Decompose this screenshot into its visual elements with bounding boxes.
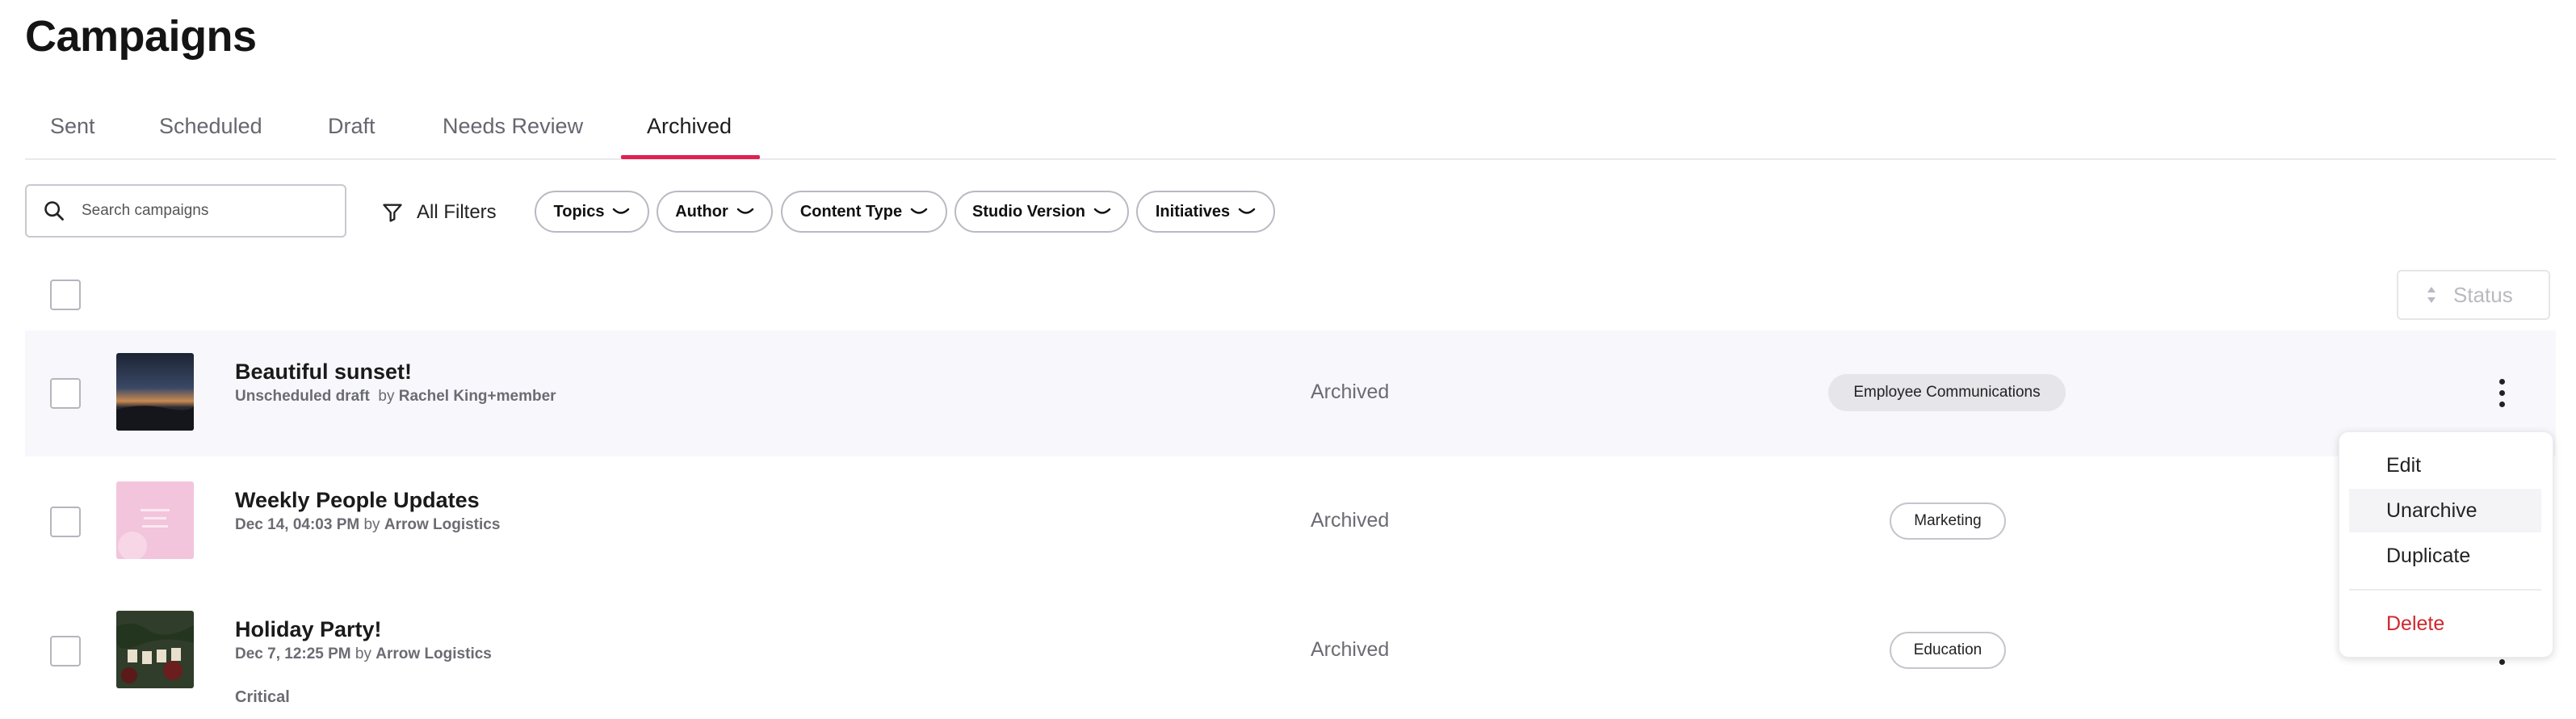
row-actions-menu: Edit Unarchive Duplicate Delete	[2339, 431, 2553, 658]
campaign-author: Rachel King+member	[398, 388, 556, 405]
table-row[interactable]: Beautiful sunset! Unscheduled draft by R…	[25, 330, 2556, 456]
filter-chip-studio-version[interactable]: Studio Version	[954, 191, 1129, 233]
chevron-down-icon	[613, 208, 630, 214]
menu-divider	[2349, 589, 2541, 591]
table-row[interactable]: Holiday Party! Dec 7, 12:25 PM by Arrow …	[25, 588, 2556, 714]
campaign-status: Archived	[1311, 638, 1390, 661]
tab-archived[interactable]: Archived	[647, 97, 732, 158]
filter-chip-author[interactable]: Author	[657, 191, 773, 233]
row-checkbox[interactable]	[50, 636, 81, 666]
campaign-status: Archived	[1311, 509, 1390, 532]
campaign-thumbnail-holiday	[116, 611, 194, 688]
campaign-date: Dec 7, 12:25 PM	[235, 645, 351, 662]
search-icon	[44, 201, 64, 221]
campaign-date: Unscheduled draft	[235, 388, 370, 405]
chevron-down-icon	[1238, 208, 1256, 214]
filter-icon	[383, 204, 402, 222]
page-title: Campaigns	[25, 12, 257, 61]
menu-item-edit[interactable]: Edit	[2349, 444, 2541, 487]
menu-item-unarchive[interactable]: Unarchive	[2349, 489, 2541, 532]
campaign-meta: Dec 14, 04:03 PM by Arrow Logistics	[235, 516, 500, 534]
filter-chip-initiatives[interactable]: Initiatives	[1136, 191, 1275, 233]
menu-item-delete[interactable]: Delete	[2349, 602, 2541, 645]
campaign-status: Archived	[1311, 381, 1390, 403]
campaign-date: Dec 14, 04:03 PM	[235, 516, 360, 533]
campaign-title[interactable]: Beautiful sunset!	[235, 360, 412, 385]
sort-icon	[2427, 287, 2435, 303]
tab-scheduled[interactable]: Scheduled	[159, 97, 262, 158]
row-checkbox[interactable]	[50, 378, 81, 409]
chip-label: Studio Version	[971, 202, 1086, 221]
tab-sent[interactable]: Sent	[50, 97, 95, 158]
tab-draft[interactable]: Draft	[328, 97, 375, 158]
chip-label: Initiatives	[1155, 202, 1231, 221]
campaign-meta: Dec 7, 12:25 PM by Arrow Logistics	[235, 645, 492, 663]
select-all-checkbox[interactable]	[50, 280, 81, 310]
row-checkbox[interactable]	[50, 507, 81, 537]
topic-tag: Education	[1890, 632, 2006, 669]
filter-chip-topics[interactable]: Topics	[535, 191, 649, 233]
chip-label: Topics	[553, 202, 605, 221]
all-filters-label: All Filters	[417, 201, 497, 223]
chip-label: Content Type	[799, 202, 903, 221]
sort-status-button[interactable]: Status	[2397, 270, 2550, 320]
meta-by: by	[355, 645, 371, 662]
tab-needs-review[interactable]: Needs Review	[443, 97, 583, 158]
campaign-title[interactable]: Holiday Party!	[235, 617, 382, 642]
more-actions-icon[interactable]	[2493, 376, 2512, 411]
topic-tag: Employee Communications	[1828, 374, 2066, 411]
sort-label: Status	[2453, 282, 2513, 307]
priority-label: Critical	[235, 688, 290, 706]
search-box[interactable]	[25, 184, 346, 238]
meta-by: by	[378, 388, 395, 405]
table-row[interactable]: Weekly People Updates Dec 14, 04:03 PM b…	[25, 459, 2556, 585]
search-input[interactable]	[80, 201, 325, 221]
active-tab-indicator	[621, 155, 760, 159]
menu-item-duplicate[interactable]: Duplicate	[2349, 534, 2541, 578]
campaign-thumbnail-pink-letterboard	[116, 481, 194, 559]
chevron-down-icon	[736, 208, 753, 214]
tab-bar: Sent Scheduled Draft Needs Review Archiv…	[25, 97, 2556, 160]
all-filters-button[interactable]: All Filters	[381, 192, 497, 233]
campaign-thumbnail-sunset	[116, 353, 194, 431]
campaign-meta: Unscheduled draft by Rachel King+member	[235, 388, 556, 406]
topic-tag: Marketing	[1890, 502, 2006, 540]
chip-label: Author	[675, 202, 728, 221]
chevron-down-icon	[910, 208, 928, 214]
campaign-author: Arrow Logistics	[375, 645, 492, 662]
meta-by: by	[363, 516, 380, 533]
campaign-title[interactable]: Weekly People Updates	[235, 488, 480, 513]
campaign-author: Arrow Logistics	[384, 516, 501, 533]
filter-chip-content-type[interactable]: Content Type	[781, 191, 947, 233]
chevron-down-icon	[1093, 208, 1111, 214]
